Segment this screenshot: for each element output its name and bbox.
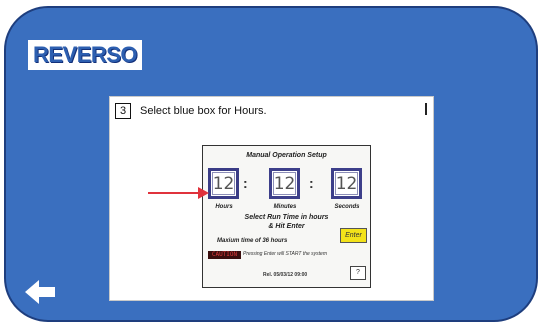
seconds-label: Seconds: [334, 204, 360, 210]
left-arrow-icon[interactable]: [25, 280, 55, 304]
separator-colon: :: [309, 175, 314, 191]
status-display: CAUTION: [208, 251, 241, 259]
hours-box[interactable]: 12: [208, 168, 239, 199]
separator-colon: :: [243, 175, 248, 191]
logo-text: REVERSO: [32, 42, 138, 67]
instruction-text: Select blue box for Hours.: [140, 105, 267, 117]
hours-value: 12: [212, 172, 235, 195]
hours-label: Hours: [215, 204, 233, 210]
pointer-arrow-icon: [148, 187, 209, 199]
brand-logo: REVERSO: [28, 40, 142, 70]
run-time-instruction: Select Run Time in hours: [244, 214, 329, 221]
enter-button[interactable]: Enter: [340, 228, 367, 243]
help-button[interactable]: ?: [350, 266, 366, 280]
start-warning: Pressing Enter will START the system: [243, 251, 328, 257]
release-info: Rel. 05/03/12 09:00: [263, 272, 308, 278]
minutes-label: Minutes: [273, 204, 297, 210]
slide-edge-bar: [425, 103, 427, 115]
manual-operation-panel: Manual Operation Setup 12 : 12 : 12 Hour…: [202, 145, 371, 288]
panel-title: Manual Operation Setup: [246, 152, 327, 159]
minutes-value: 12: [273, 172, 296, 195]
max-time-note: Maxium time of 36 hours: [217, 238, 288, 244]
minutes-box[interactable]: 12: [269, 168, 300, 199]
seconds-value: 12: [335, 172, 358, 195]
step-number: 3: [115, 103, 131, 119]
seconds-box[interactable]: 12: [331, 168, 362, 199]
